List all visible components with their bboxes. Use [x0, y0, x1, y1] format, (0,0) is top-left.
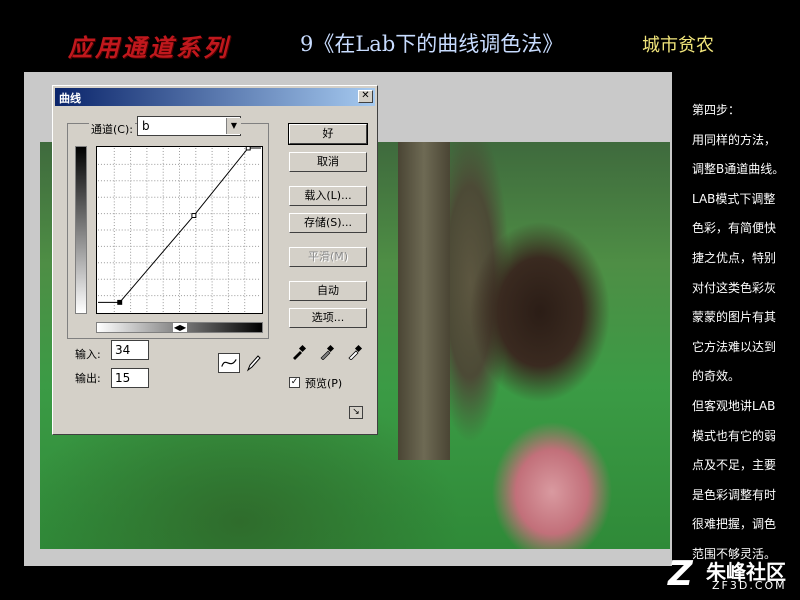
gray-eyedropper-icon[interactable]: [319, 344, 335, 360]
curve-point[interactable]: [191, 213, 197, 218]
note-line: 的奇效。: [692, 369, 741, 384]
lesson-title: 9《在Lab下的曲线调色法》: [300, 32, 564, 56]
dialog-titlebar[interactable]: 曲线 ✕: [55, 88, 375, 106]
curves-dialog: 曲线 ✕ 通道(C): b ▼ ◀▶ 输入: 34 输出: 15 好 取消 载入…: [52, 85, 378, 435]
cancel-button[interactable]: 取消: [289, 152, 367, 172]
preview-checkbox[interactable]: ✓: [289, 377, 300, 388]
options-button[interactable]: 选项...: [289, 308, 367, 328]
series-title: 应用通道系列: [68, 33, 230, 62]
note-line: 模式也有它的弱: [692, 428, 777, 443]
smooth-button[interactable]: 平滑(M): [289, 247, 367, 267]
expand-icon[interactable]: ↘: [349, 406, 363, 419]
photo-tree-trunk: [398, 142, 450, 460]
eyedropper-group: [291, 344, 367, 360]
channel-select[interactable]: b ▼: [137, 116, 241, 136]
input-field[interactable]: 34: [111, 340, 149, 360]
curve-point[interactable]: [245, 146, 251, 151]
chevron-down-icon[interactable]: ▼: [226, 118, 241, 134]
white-eyedropper-icon[interactable]: [347, 344, 363, 360]
note-line: 但客观地讲LAB: [692, 398, 776, 413]
input-label: 输入:: [75, 348, 101, 361]
save-button[interactable]: 存储(S)...: [289, 213, 367, 233]
logo-url: ZF3D.COM: [712, 579, 787, 592]
gradient-toggle-icon[interactable]: ◀▶: [173, 323, 187, 332]
preview-label: 预览(P): [305, 377, 343, 390]
note-line: 调整B通道曲线。: [692, 162, 785, 177]
channel-label: 通道(C):: [89, 121, 135, 137]
curve-graph[interactable]: [96, 146, 263, 314]
curve-tool-icon[interactable]: [218, 353, 240, 373]
note-line: 是色彩调整有时: [692, 487, 777, 502]
output-field[interactable]: 15: [111, 368, 149, 388]
close-button[interactable]: ✕: [358, 90, 373, 103]
note-line: 捷之优点，特别: [692, 250, 777, 265]
pencil-tool-icon[interactable]: [244, 353, 262, 373]
author-name: 城市贫农: [642, 35, 714, 56]
note-line: 色彩，有简便快: [692, 221, 777, 236]
note-line: 很难把握，调色: [692, 517, 777, 532]
input-gradient-bar: ◀▶: [96, 322, 263, 333]
output-gradient-bar: [75, 146, 87, 314]
curve-point[interactable]: [117, 299, 123, 305]
note-line: 用同样的方法，: [692, 132, 777, 147]
output-label: 输出:: [75, 372, 101, 385]
note-line: LAB模式下调整: [692, 191, 776, 206]
dialog-title: 曲线: [59, 92, 81, 105]
channel-value: b: [142, 119, 150, 133]
logo-mark-icon: Z: [668, 554, 693, 594]
note-line: 点及不足，主要: [692, 458, 777, 473]
note-line: 第四步：: [692, 103, 741, 117]
load-button[interactable]: 载入(L)...: [289, 186, 367, 206]
ok-button[interactable]: 好: [288, 123, 368, 145]
auto-button[interactable]: 自动: [289, 281, 367, 301]
side-notes: 第四步： 用同样的方法， 调整B通道曲线。 LAB模式下调整 色彩，有简便快 捷…: [692, 96, 792, 570]
black-eyedropper-icon[interactable]: [291, 344, 307, 360]
note-line: 对付这类色彩灰: [692, 280, 777, 295]
note-line: 蒙蒙的图片有其: [692, 310, 777, 325]
site-watermark: Z 朱峰社区 ZF3D.COM: [668, 556, 794, 596]
curve-grid: [97, 147, 262, 313]
note-line: 它方法难以达到: [692, 339, 777, 354]
